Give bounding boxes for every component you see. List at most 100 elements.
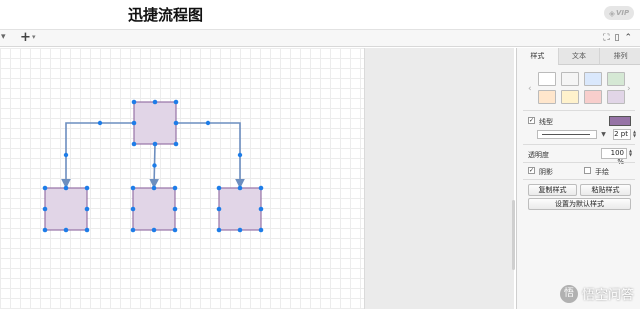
vip-icon: ◈	[608, 8, 615, 18]
line-width-stepper-icon[interactable]: ▲ ▼	[633, 130, 636, 138]
divider	[523, 144, 635, 145]
format-panel: 样式 文本 排列 ‹ › ✓ 线型 ▼ 2 pt ▲▼ 透明度 100 % ▲▼…	[516, 48, 640, 309]
fullscreen-icon[interactable]: ⛶	[603, 33, 609, 43]
tab-text[interactable]: 文本	[557, 48, 600, 65]
vip-label: VIP	[616, 9, 630, 17]
selection-handle[interactable]	[173, 141, 179, 147]
selection-handle[interactable]	[237, 227, 243, 233]
selection-handle[interactable]	[42, 206, 48, 212]
shape-bottom-right[interactable]	[218, 187, 262, 231]
opacity-stepper-icon[interactable]: ▲ ▼	[629, 149, 632, 157]
selection-handle[interactable]	[131, 120, 137, 126]
selection-handle[interactable]	[63, 185, 69, 191]
divider	[523, 162, 635, 163]
selection-handle[interactable]	[130, 227, 136, 233]
selection-handle[interactable]	[42, 185, 48, 191]
selection-handle[interactable]	[173, 99, 179, 105]
shape-bottom-left[interactable]	[44, 187, 88, 231]
selection-handle[interactable]	[84, 227, 90, 233]
app-title: 迅捷流程图	[128, 6, 204, 24]
swatch-color[interactable]	[561, 72, 579, 86]
view-controls: ⛶ ▯ ⌃	[603, 33, 632, 43]
watermark-text: 悟空问答	[581, 288, 634, 303]
swatch-prev-icon[interactable]: ‹	[528, 84, 532, 94]
color-swatches	[538, 72, 625, 104]
selection-handle[interactable]	[172, 227, 178, 233]
vip-badge[interactable]: ◈ VIP	[604, 6, 634, 20]
divider	[523, 179, 635, 180]
selection-handle[interactable]	[152, 141, 158, 147]
shadow-checkbox[interactable]: ✓	[528, 167, 535, 174]
selection-handle[interactable]	[216, 185, 222, 191]
selection-handle[interactable]	[63, 227, 69, 233]
shape-bottom-center[interactable]	[132, 187, 176, 231]
selection-handle[interactable]	[216, 206, 222, 212]
selection-handle[interactable]	[152, 99, 158, 105]
selection-handle[interactable]	[172, 206, 178, 212]
selection-handle[interactable]	[172, 185, 178, 191]
line-style-select[interactable]	[537, 130, 597, 139]
selection-handle[interactable]	[131, 141, 137, 147]
paste-style-button[interactable]: 粘贴样式	[580, 184, 631, 196]
swatch-color[interactable]	[607, 90, 625, 104]
format-panel-toggle-icon[interactable]: ▯	[615, 33, 620, 43]
selection-handle[interactable]	[42, 227, 48, 233]
collapse-icon[interactable]: ⌃	[624, 33, 632, 43]
tab-style[interactable]: 样式	[517, 48, 558, 65]
title-bar: 迅捷流程图 ◈ VIP	[0, 0, 640, 29]
line-style-preview	[542, 134, 590, 135]
selection-handle[interactable]	[151, 227, 157, 233]
selection-handle[interactable]	[258, 206, 264, 212]
swatch-next-icon[interactable]: ›	[627, 84, 631, 94]
swatch-color[interactable]	[561, 90, 579, 104]
flowchart-diagram[interactable]	[0, 48, 364, 309]
add-shape-button[interactable]: +	[20, 30, 31, 46]
connector-handle[interactable]	[97, 120, 103, 126]
line-width-input[interactable]: 2 pt	[613, 129, 631, 140]
format-tabs: 样式 文本 排列	[517, 48, 640, 65]
selection-handle[interactable]	[131, 99, 137, 105]
selection-handle[interactable]	[258, 185, 264, 191]
add-shape-caret-icon[interactable]: ▾	[32, 33, 36, 41]
canvas-gutter	[364, 48, 514, 309]
toolbar: ▾ + ▾ ⛶ ▯ ⌃	[0, 29, 640, 47]
selection-handle[interactable]	[216, 227, 222, 233]
connector-handle[interactable]	[237, 152, 243, 158]
opacity-label: 透明度	[528, 151, 549, 159]
selection-handle[interactable]	[130, 206, 136, 212]
selection-handle[interactable]	[84, 206, 90, 212]
connector-edge[interactable]	[61, 122, 134, 189]
sketch-checkbox[interactable]	[584, 167, 591, 174]
line-label: 线型	[539, 118, 553, 126]
selection-handle[interactable]	[151, 185, 157, 191]
vertical-scrollbar[interactable]	[512, 200, 515, 270]
selection-handle[interactable]	[258, 227, 264, 233]
set-default-style-button[interactable]: 设置为默认样式	[528, 198, 631, 210]
opacity-input[interactable]: 100 %	[601, 148, 627, 166]
connector-handle[interactable]	[152, 163, 157, 168]
connector-handle[interactable]	[63, 152, 69, 158]
swatch-color[interactable]	[607, 72, 625, 86]
tab-arrange[interactable]: 排列	[599, 48, 640, 65]
swatch-color[interactable]	[584, 72, 602, 86]
watermark: 悟 悟空问答	[559, 284, 634, 303]
sketch-label: 手绘	[595, 168, 609, 176]
selection-handle[interactable]	[84, 185, 90, 191]
selection-handle[interactable]	[130, 185, 136, 191]
line-color-picker[interactable]	[609, 116, 631, 126]
swatch-color[interactable]	[538, 90, 556, 104]
copy-style-button[interactable]: 复制样式	[528, 184, 577, 196]
connector-edge[interactable]	[176, 122, 245, 189]
watermark-logo-icon: 悟	[559, 284, 578, 303]
divider	[523, 110, 635, 111]
selection-handle[interactable]	[173, 120, 179, 126]
swatch-color[interactable]	[538, 72, 556, 86]
swatch-color[interactable]	[584, 90, 602, 104]
shadow-label: 阴影	[539, 168, 553, 176]
line-checkbox[interactable]: ✓	[528, 117, 535, 124]
shape-top[interactable]	[133, 101, 177, 145]
selection-handle[interactable]	[237, 185, 243, 191]
line-style-dropdown-icon[interactable]: ▼	[599, 130, 608, 139]
connector-handle[interactable]	[205, 120, 211, 126]
toolbar-dropdown-caret[interactable]: ▾	[1, 32, 6, 42]
